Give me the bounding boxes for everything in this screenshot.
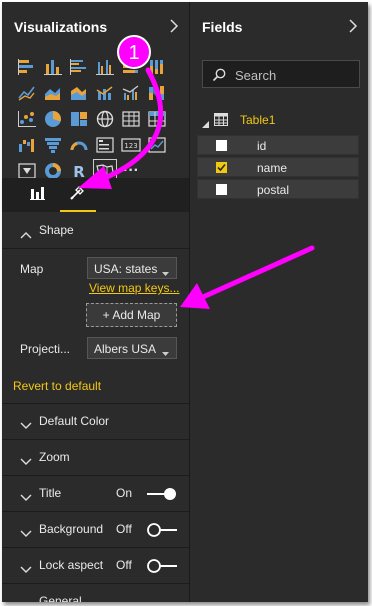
pane-tab-bar bbox=[2, 178, 189, 212]
chevron-down-icon bbox=[20, 525, 32, 543]
chevron-up-icon bbox=[20, 226, 32, 244]
line-column-chart-icon[interactable] bbox=[94, 82, 116, 104]
search-icon bbox=[212, 68, 226, 87]
zoom-section-header[interactable]: Zoom bbox=[2, 440, 189, 476]
background-toggle[interactable] bbox=[146, 522, 178, 538]
projection-dropdown-value: Albers USA bbox=[94, 342, 157, 356]
fields-header: Fields bbox=[190, 2, 368, 50]
title-label: Title bbox=[39, 486, 62, 500]
chevron-down-icon bbox=[20, 597, 32, 602]
100-percent-column-chart-icon[interactable] bbox=[146, 56, 168, 78]
zoom-label: Zoom bbox=[39, 450, 70, 464]
table-node[interactable]: Table1 bbox=[190, 110, 368, 130]
chevron-down-icon bbox=[20, 561, 32, 579]
visualizations-pane: Visualizations 123 R ··· Shape Map USA: … bbox=[2, 2, 190, 602]
table-name: Table1 bbox=[240, 113, 276, 127]
card-icon[interactable]: 123 bbox=[120, 134, 142, 156]
waterfall-chart-icon[interactable] bbox=[16, 134, 38, 156]
revert-to-default-link[interactable]: Revert to default bbox=[13, 379, 101, 393]
paint-roller-icon bbox=[69, 183, 87, 206]
title-toggle[interactable] bbox=[146, 486, 178, 502]
kpi-icon[interactable] bbox=[146, 134, 168, 156]
stacked-bar-chart-icon[interactable] bbox=[16, 56, 38, 78]
svg-text:123: 123 bbox=[124, 142, 137, 150]
background-label: Background bbox=[39, 522, 104, 536]
chevron-down-icon bbox=[20, 453, 32, 471]
clustered-column-chart-icon[interactable] bbox=[94, 56, 116, 78]
field-checkbox[interactable] bbox=[216, 162, 227, 173]
lock-aspect-toggle[interactable] bbox=[146, 558, 178, 574]
projection-dropdown[interactable]: Albers USA bbox=[87, 337, 177, 359]
chevron-down-icon bbox=[20, 489, 32, 507]
background-section-header[interactable]: Background Off bbox=[2, 512, 189, 548]
chevron-down-icon bbox=[161, 346, 170, 360]
title-section-header[interactable]: Title On bbox=[2, 476, 189, 512]
fields-title: Fields bbox=[202, 19, 243, 35]
field-item-name[interactable]: name bbox=[197, 157, 359, 177]
field-item-postal[interactable]: postal bbox=[197, 179, 359, 199]
funnel-chart-icon[interactable] bbox=[42, 134, 64, 156]
stacked-area-chart-icon[interactable] bbox=[68, 82, 90, 104]
matrix-icon[interactable] bbox=[146, 108, 168, 130]
scatter-chart-icon[interactable] bbox=[16, 108, 38, 130]
general-label: General bbox=[39, 594, 82, 602]
visualizations-title: Visualizations bbox=[14, 19, 108, 35]
map-label: Map bbox=[20, 262, 44, 276]
chevron-right-icon[interactable] bbox=[346, 18, 360, 34]
lock-aspect-toggle-state: Off bbox=[116, 558, 132, 572]
ribbon-chart-icon[interactable] bbox=[146, 82, 168, 104]
title-toggle-state: On bbox=[116, 486, 133, 500]
multi-row-card-icon[interactable] bbox=[94, 134, 116, 156]
lock-aspect-section-header[interactable]: Lock aspect Off bbox=[2, 548, 189, 584]
table-icon bbox=[214, 113, 228, 131]
view-map-keys-link[interactable]: View map keys... bbox=[89, 281, 179, 295]
search-input[interactable] bbox=[233, 66, 355, 84]
stacked-column-chart-icon[interactable] bbox=[42, 56, 64, 78]
chevron-down-icon bbox=[20, 417, 32, 435]
default-color-label: Default Color bbox=[39, 414, 110, 428]
fields-tab[interactable] bbox=[20, 178, 56, 212]
map-dropdown[interactable]: USA: states bbox=[87, 257, 177, 279]
default-color-section-header[interactable]: Default Color bbox=[2, 404, 189, 440]
general-section-header[interactable]: General bbox=[2, 584, 189, 602]
fields-search-box[interactable] bbox=[202, 60, 360, 88]
clustered-bar-chart-icon[interactable] bbox=[68, 56, 90, 78]
field-name: postal bbox=[257, 183, 290, 197]
globe-map-icon[interactable] bbox=[94, 108, 116, 130]
projection-label: Projecti... bbox=[20, 342, 71, 356]
field-checkbox[interactable] bbox=[216, 140, 227, 151]
app-panels: Visualizations 123 R ··· Shape Map USA: … bbox=[2, 2, 368, 602]
pie-chart-icon[interactable] bbox=[42, 108, 64, 130]
chevron-down-icon bbox=[161, 266, 170, 280]
collapse-triangle-icon bbox=[202, 116, 210, 134]
field-item-id[interactable]: id bbox=[197, 135, 359, 155]
line-chart-icon[interactable] bbox=[16, 82, 38, 104]
treemap-icon[interactable] bbox=[68, 108, 90, 130]
shape-section-header[interactable]: Shape bbox=[2, 213, 189, 249]
lock-aspect-label: Lock aspect bbox=[39, 558, 104, 572]
format-tab[interactable] bbox=[60, 178, 96, 212]
map-dropdown-value: USA: states bbox=[94, 262, 158, 276]
field-name: name bbox=[257, 161, 288, 175]
field-name: id bbox=[257, 139, 267, 153]
area-chart-icon[interactable] bbox=[42, 82, 64, 104]
visualization-gallery: 123 R ··· bbox=[16, 56, 168, 183]
gauge-icon[interactable] bbox=[68, 134, 90, 156]
chevron-right-icon[interactable] bbox=[167, 18, 181, 34]
100-percent-bar-chart-icon[interactable] bbox=[120, 56, 142, 78]
background-toggle-state: Off bbox=[116, 522, 132, 536]
field-checkbox[interactable] bbox=[216, 184, 227, 195]
line-clustered-column-chart-icon[interactable] bbox=[120, 82, 142, 104]
add-map-button[interactable]: + Add Map bbox=[86, 303, 177, 327]
bar-chart-icon bbox=[29, 185, 47, 206]
fields-pane: Fields Table1 id bbox=[190, 2, 368, 602]
table-icon[interactable] bbox=[120, 108, 142, 130]
visualizations-header: Visualizations bbox=[2, 2, 189, 50]
shape-section-label: Shape bbox=[39, 223, 74, 237]
